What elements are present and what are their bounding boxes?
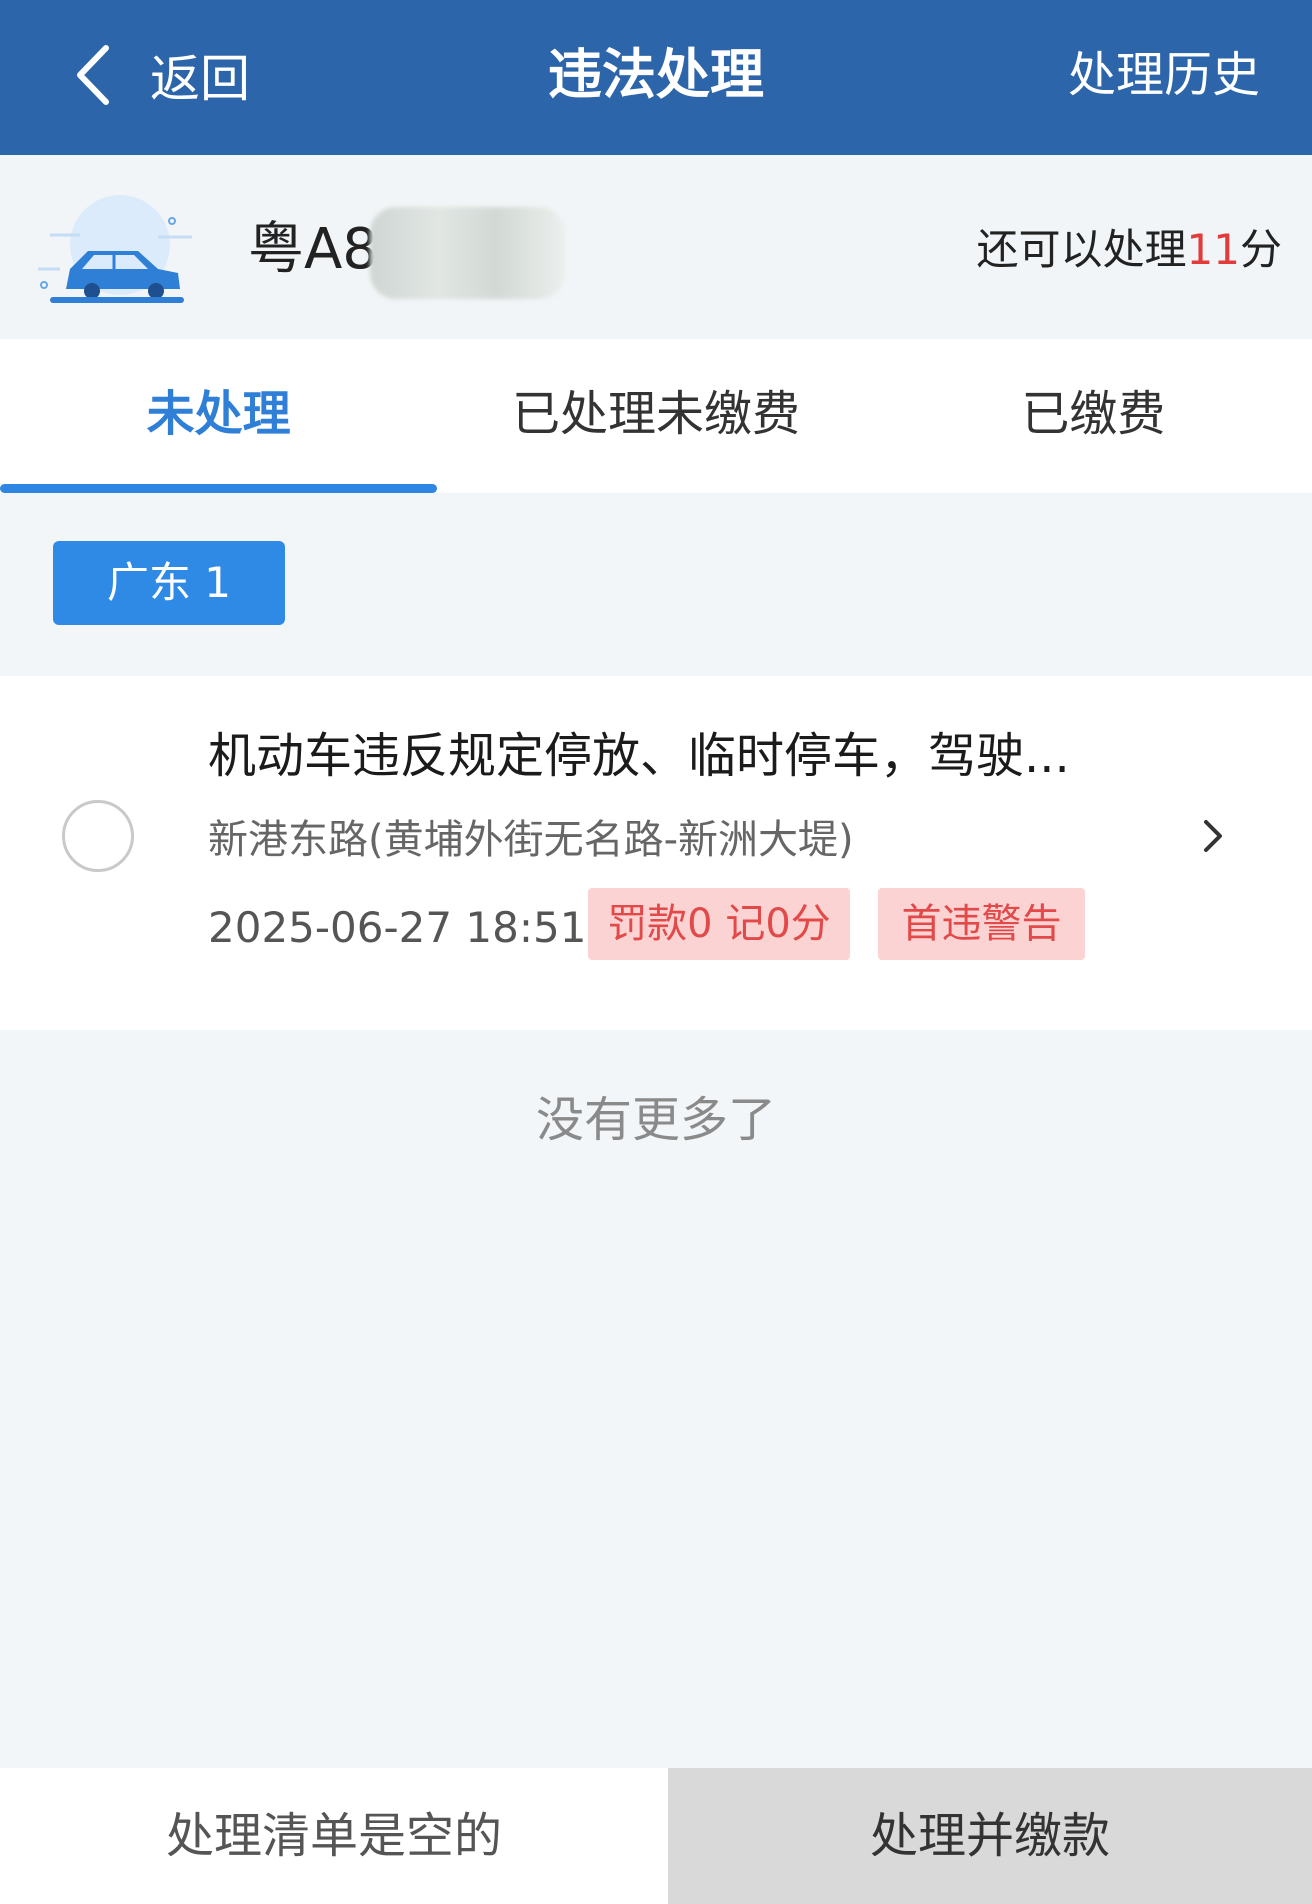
history-button[interactable]: 处理历史 — [1068, 40, 1260, 110]
tab-paid[interactable]: 已缴费 — [875, 339, 1312, 493]
tab-unprocessed[interactable]: 未处理 — [0, 339, 438, 493]
warning-badge: 首违警告 — [878, 888, 1085, 960]
remaining-suffix: 分 — [1239, 225, 1282, 274]
top-nav-bar: 返回 违法处理 处理历史 — [0, 0, 1312, 155]
plate-redaction — [370, 207, 565, 299]
remaining-points: 还可以处理11分 — [977, 210, 1282, 290]
process-and-pay-button[interactable]: 处理并缴款 — [668, 1768, 1312, 1904]
status-tabs: 未处理 已处理未缴费 已缴费 — [0, 339, 1312, 493]
license-plate: 粤A8 — [248, 217, 378, 282]
violation-location: 新港东路(黄埔外街无名路-新洲大堤) — [208, 817, 854, 863]
violation-time: 2025-06-27 18:51 — [208, 903, 587, 952]
remaining-points-value: 11 — [1186, 225, 1240, 274]
violation-item[interactable]: 机动车违反规定停放、临时停车，驾驶... 新港东路(黄埔外街无名路-新洲大堤) … — [0, 676, 1312, 1030]
region-filter-chip[interactable]: 广东 1 — [53, 541, 285, 625]
remaining-prefix: 还可以处理 — [976, 225, 1187, 274]
violation-title: 机动车违反规定停放、临时停车，驾驶... — [208, 728, 1070, 784]
fine-badge: 罚款0 记0分 — [588, 888, 850, 960]
tab-processed-unpaid[interactable]: 已处理未缴费 — [437, 339, 874, 493]
select-radio[interactable] — [62, 800, 134, 872]
no-more-text: 没有更多了 — [535, 1092, 776, 1148]
vehicle-info-bar: 粤A8 还可以处理11分 — [0, 155, 1312, 339]
processing-list-status: 处理清单是空的 — [0, 1768, 668, 1904]
car-icon — [38, 195, 192, 303]
chevron-right-icon — [1204, 820, 1222, 852]
